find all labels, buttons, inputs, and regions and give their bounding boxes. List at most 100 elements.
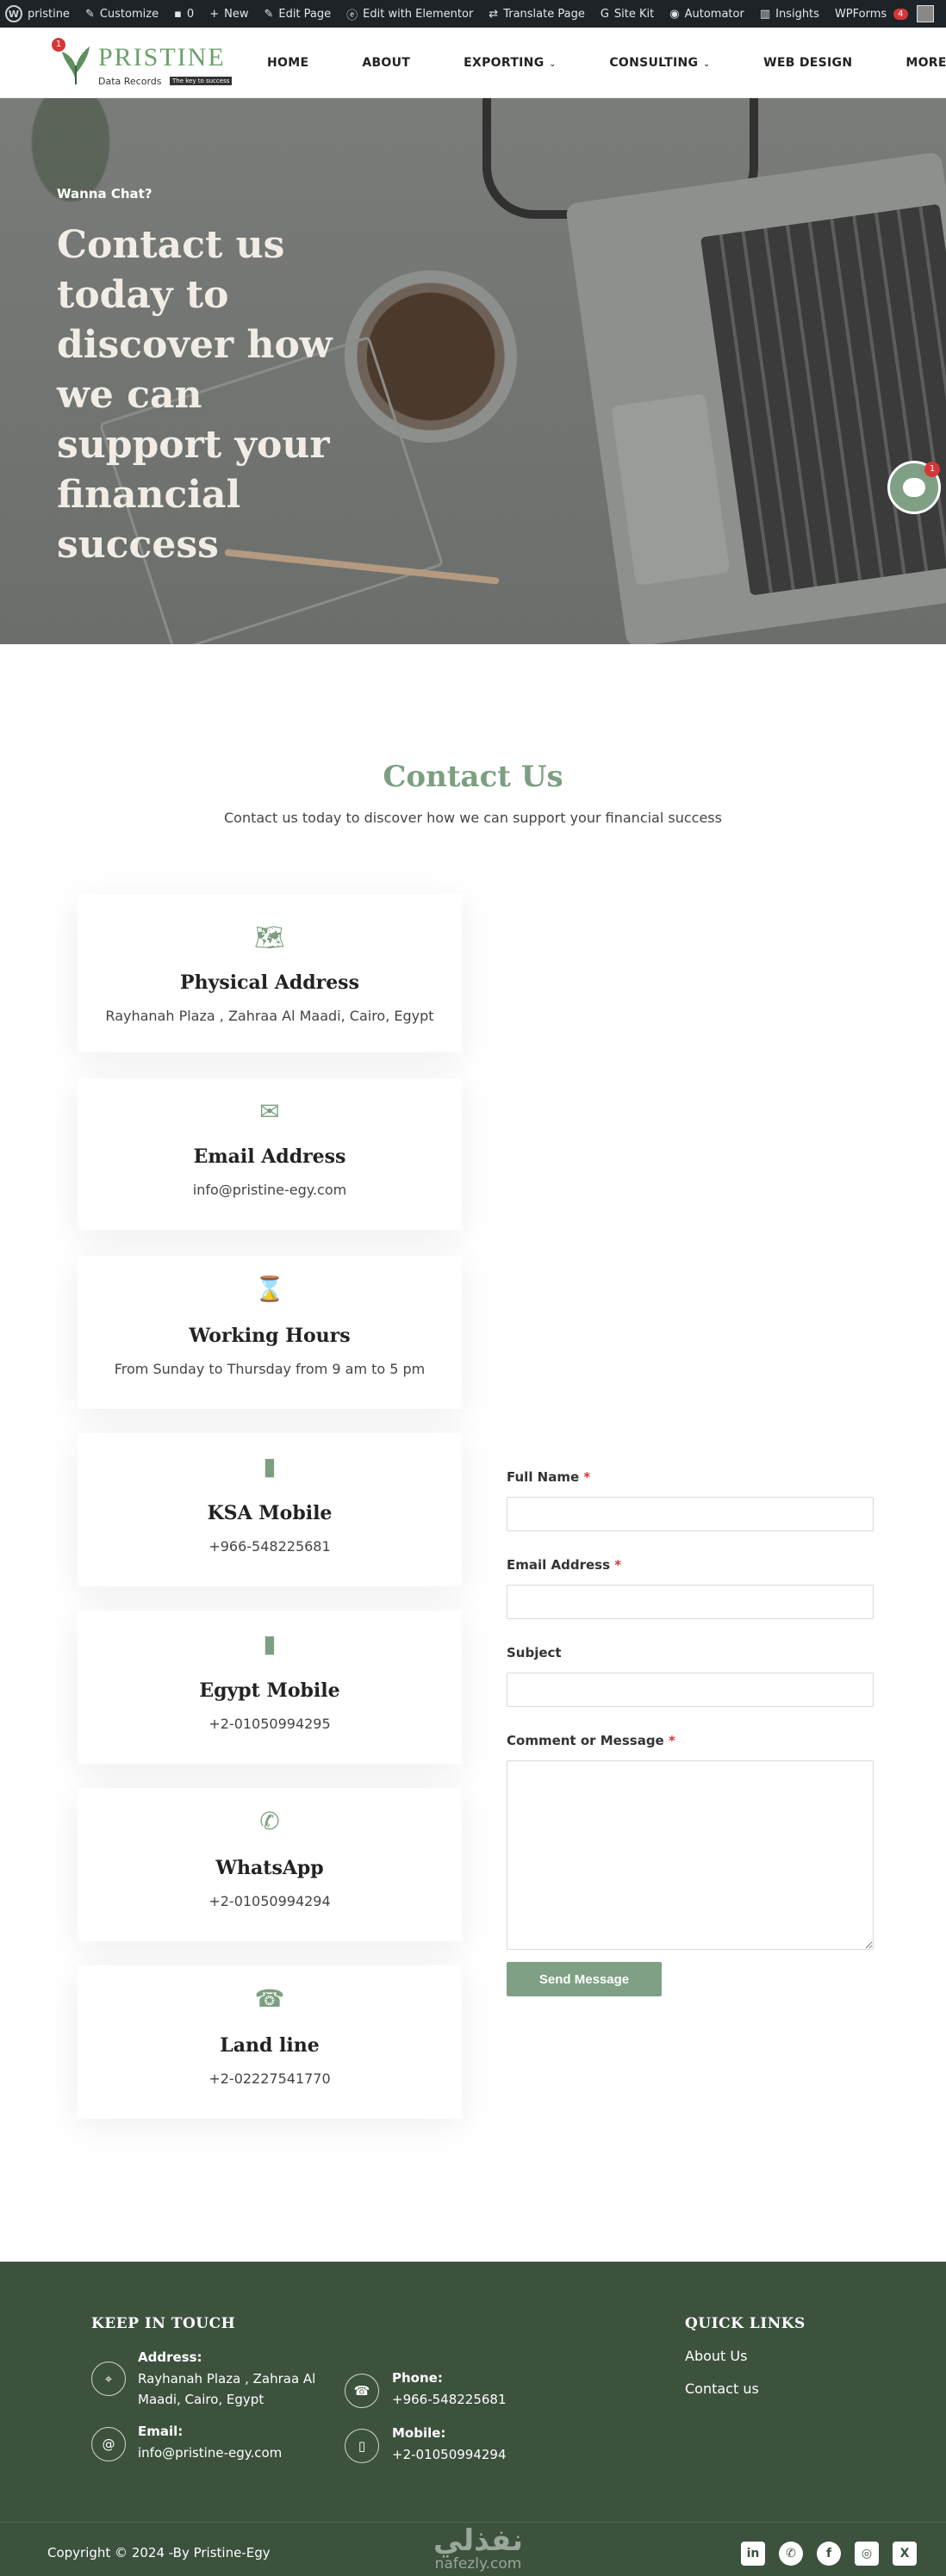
card-title: Email Address	[193, 1145, 346, 1168]
subject-label: Subject	[507, 1645, 562, 1660]
nav-more-label: MORE	[906, 56, 946, 70]
admin-bar-elementor-label: Edit with Elementor	[363, 7, 474, 21]
footer-link-contact[interactable]: Contact us	[685, 2380, 759, 2397]
nav-about[interactable]: ABOUT	[362, 56, 410, 70]
hero-laptop-keyboard	[700, 203, 946, 596]
location-icon: ⌖	[91, 2362, 126, 2396]
footer-bottom-bar: Copyright © 2024 -By Pristine-Egy نفذلي …	[0, 2522, 946, 2576]
admin-bar-edit-page[interactable]: ✎ Edit Page	[264, 8, 331, 21]
footer-phone-value[interactable]: +966-548225681	[392, 2389, 507, 2410]
hero-kicker: Wanna Chat?	[57, 186, 152, 202]
nav-exporting[interactable]: EXPORTING ⌄	[464, 56, 556, 70]
card-title: Egypt Mobile	[199, 1679, 340, 1702]
card-value: Rayhanah Plaza , Zahraa Al Maadi, Cairo,…	[105, 1008, 434, 1024]
hero-laptop-trackpad	[611, 393, 731, 586]
email-label: Email Address *	[507, 1557, 621, 1573]
whatsapp-icon[interactable]: ✆	[779, 2542, 803, 2566]
whatsapp-icon: ✆	[259, 1807, 280, 1835]
footer-email-value[interactable]: info@pristine-egy.com	[138, 2443, 282, 2463]
footer-email-label: Email:	[138, 2424, 184, 2439]
admin-bar-translate-label: Translate Page	[503, 7, 585, 21]
send-message-button[interactable]: Send Message	[507, 1962, 662, 1996]
nav-web-design[interactable]: WEB DESIGN	[763, 56, 852, 70]
required-mark: *	[583, 1469, 591, 1485]
card-value: +2-01050994294	[208, 1893, 331, 1909]
footer-mobile-value[interactable]: +2-01050994294	[392, 2444, 507, 2465]
admin-bar-automator[interactable]: ◉ Automator	[669, 8, 744, 21]
instagram-icon[interactable]: ◎	[855, 2542, 879, 2566]
full-name-label-text: Full Name	[507, 1469, 580, 1485]
full-name-label: Full Name *	[507, 1469, 590, 1485]
hero-title: Contact us today to discover how we can …	[57, 223, 333, 567]
nav-web-design-label: WEB DESIGN	[763, 56, 853, 70]
chart-icon: ▥	[759, 7, 771, 21]
facebook-icon[interactable]: f	[817, 2542, 841, 2566]
quick-links-heading: QUICK LINKS	[685, 2315, 806, 2332]
card-value: From Sunday to Thursday from 9 am to 5 p…	[114, 1361, 426, 1377]
card-value: info@pristine-egy.com	[192, 1182, 347, 1198]
contact-card-address: 🗺 Physical Address Rayhanah Plaza , Zahr…	[78, 894, 462, 1052]
mobile-icon: ▮	[263, 1629, 277, 1658]
admin-bar-elementor[interactable]: ⓔ Edit with Elementor	[346, 6, 473, 22]
admin-bar-new-label: New	[224, 7, 249, 21]
envelope-icon: ✉	[259, 1097, 280, 1126]
chevron-down-icon: ⌄	[703, 60, 711, 69]
email-input[interactable]	[507, 1585, 874, 1619]
admin-bar-customize[interactable]: ✎ Customize	[85, 8, 159, 21]
card-title: Working Hours	[189, 1325, 351, 1347]
card-value: +2-02227541770	[208, 2070, 331, 2087]
admin-bar-sitekit[interactable]: G Site Kit	[601, 8, 654, 21]
nav-more[interactable]: MORE⌄	[906, 56, 946, 70]
x-icon[interactable]: X	[893, 2542, 917, 2566]
chevron-down-icon: ⌄	[549, 60, 557, 69]
main-nav: HOME ABOUT EXPORTING ⌄ CONSULTING ⌄ WEB DE…	[267, 28, 946, 98]
admin-bar-translate[interactable]: ⇄ Translate Page	[489, 8, 585, 21]
copyright-text: Copyright © 2024 -By Pristine-Egy	[47, 2545, 271, 2560]
sitekit-icon: G	[600, 7, 609, 21]
message-label-text: Comment or Message	[507, 1733, 664, 1748]
logo-name: PRISTINE	[98, 43, 226, 71]
nav-home[interactable]: HOME	[267, 56, 308, 70]
linkedin-icon[interactable]: in	[741, 2542, 765, 2566]
hero-laptop	[564, 151, 946, 644]
comment-icon: ▪	[174, 7, 182, 21]
message-label: Comment or Message *	[507, 1733, 675, 1748]
card-title: KSA Mobile	[207, 1502, 333, 1524]
admin-bar-insights-label: Insights	[775, 7, 819, 21]
full-name-input[interactable]	[507, 1497, 874, 1531]
admin-bar-wpforms[interactable]: WPForms 4	[835, 8, 908, 21]
leaf-logo-icon	[62, 47, 90, 84]
contact-card-ksa-mobile: ▮ KSA Mobile +966-548225681	[78, 1433, 462, 1586]
nav-consulting[interactable]: CONSULTING ⌄	[609, 56, 710, 70]
nav-exporting-label: EXPORTING	[464, 56, 545, 70]
card-title: Land line	[220, 2034, 320, 2057]
admin-bar-new[interactable]: + New	[209, 8, 248, 21]
nav-about-label: ABOUT	[362, 56, 411, 70]
chat-bubble-icon	[903, 478, 925, 497]
email-label-text: Email Address	[507, 1557, 611, 1573]
admin-bar-comments[interactable]: ▪ 0	[174, 8, 194, 21]
required-mark: *	[668, 1733, 675, 1748]
footer-address-value: Rayhanah Plaza , Zahraa Al Maadi, Cairo,…	[138, 2371, 316, 2407]
at-sign-icon: @	[91, 2427, 126, 2461]
admin-bar-site[interactable]: W pristine	[5, 5, 70, 22]
message-textarea[interactable]	[507, 1760, 874, 1950]
wordpress-icon: W	[5, 5, 22, 22]
hero-banner: Wanna Chat? Contact us today to discover…	[0, 98, 946, 644]
admin-bar-customize-label: Customize	[99, 7, 159, 21]
user-avatar[interactable]	[917, 5, 934, 22]
subject-input[interactable]	[507, 1673, 874, 1707]
hourglass-icon: ⌛	[254, 1275, 285, 1303]
footer-mobile-label: Mobile:	[392, 2425, 446, 2441]
site-logo[interactable]: 1 PRISTINE Data Records The key to succe…	[52, 36, 234, 88]
translate-icon: ⇄	[489, 7, 499, 21]
wpforms-count-badge: 4	[893, 8, 908, 20]
chat-widget-button[interactable]: 1	[887, 461, 941, 514]
contact-card-hours: ⌛ Working Hours From Sunday to Thursday …	[78, 1256, 462, 1409]
footer-link-about[interactable]: About Us	[685, 2348, 747, 2364]
nav-consulting-label: CONSULTING	[609, 56, 699, 70]
admin-bar-insights[interactable]: ▥ Insights	[760, 8, 819, 21]
phone-icon: ☎	[345, 2374, 379, 2408]
contact-card-landline: ☎ Land line +2-02227541770	[78, 1965, 462, 2119]
keep-in-touch-heading: KEEP IN TOUCH	[91, 2315, 236, 2332]
